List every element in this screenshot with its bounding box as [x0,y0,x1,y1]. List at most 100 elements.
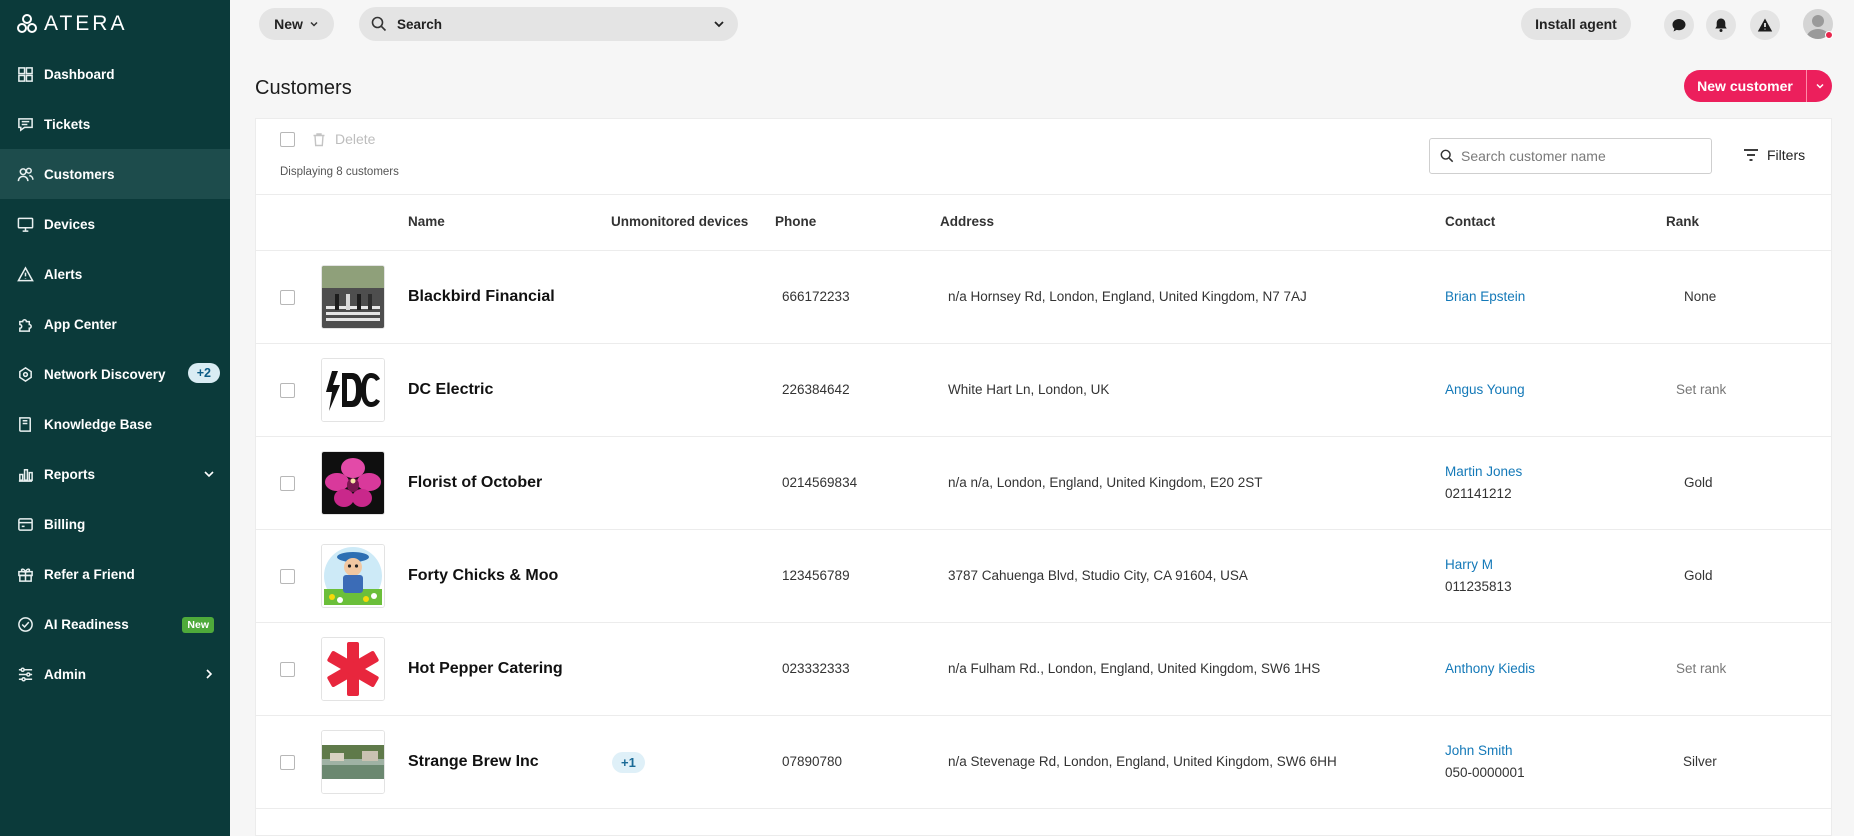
divider [256,194,1831,195]
customer-rank[interactable]: Gold [1684,475,1713,490]
sidebar-item-label: AI Readiness [44,616,129,632]
row-checkbox[interactable] [280,662,295,677]
displaying-count: Displaying 8 customers [280,166,399,178]
sidebar-item-devices[interactable]: Devices [0,199,230,249]
install-agent-button[interactable]: Install agent [1521,8,1631,40]
contact-link[interactable]: John Smith [1445,743,1513,758]
sidebar-item-ai-readiness[interactable]: AI Readiness New [0,599,230,649]
customer-rank[interactable]: None [1684,289,1716,304]
column-header-phone[interactable]: Phone [775,214,816,229]
global-search[interactable]: Search [359,7,738,41]
customer-name[interactable]: Florist of October [408,474,542,492]
sidebar: ATERA Dashboard Tickets Customers Device… [0,0,230,836]
notifications-bell-icon[interactable] [1706,10,1736,40]
sidebar-item-dashboard[interactable]: Dashboard [0,49,230,99]
customer-name[interactable]: Forty Chicks & Moo [408,567,558,585]
column-header-address[interactable]: Address [940,214,994,229]
customer-logo [321,544,385,608]
atera-logo[interactable]: ATERA [16,12,127,35]
customer-name[interactable]: Blackbird Financial [408,288,555,306]
chevron-down-icon [202,467,216,481]
customer-search[interactable] [1429,138,1712,174]
asterisk-logo-image [322,638,384,700]
customer-rank[interactable]: Gold [1684,568,1713,583]
table-row[interactable]: Hot Pepper Catering 023332333 n/a Fulham… [256,623,1831,716]
column-header-name[interactable]: Name [408,214,445,229]
contact-link[interactable]: Brian Epstein [1445,289,1525,304]
contact-link[interactable]: Harry M [1445,557,1493,572]
sidebar-item-label: Dashboard [44,66,115,82]
customer-name[interactable]: Strange Brew Inc [408,753,539,771]
unmonitored-devices-badge[interactable]: +1 [612,752,645,773]
select-all-checkbox[interactable] [280,132,295,147]
table-row[interactable]: DC Electric 226384642 White Hart Ln, Lon… [256,344,1831,437]
customer-address: n/a Fulham Rd., London, England, United … [948,661,1321,676]
customer-phone: 023332333 [782,661,850,676]
customer-logo [321,358,385,422]
contact-phone: 050-0000001 [1445,765,1525,780]
contact-link[interactable]: Martin Jones [1445,464,1522,479]
sidebar-item-app-center[interactable]: App Center [0,299,230,349]
sidebar-item-refer-a-friend[interactable]: Refer a Friend [0,549,230,599]
river-photo-image [322,731,384,793]
customer-rank[interactable]: Silver [1683,754,1717,769]
customer-name[interactable]: Hot Pepper Catering [408,660,563,678]
row-checkbox[interactable] [280,476,295,491]
row-checkbox[interactable] [280,290,295,305]
contact-phone: 011235813 [1445,579,1512,594]
dc-logo-image [322,359,384,421]
orchid-photo-image [322,452,384,514]
filters-button[interactable]: Filters [1743,147,1805,163]
sidebar-item-network-discovery[interactable]: Network Discovery +2 [0,349,230,399]
delete-button[interactable]: Delete [312,131,375,147]
row-checkbox[interactable] [280,755,295,770]
global-search-label: Search [397,16,443,32]
sidebar-item-alerts[interactable]: Alerts [0,249,230,299]
admin-icon [16,665,34,683]
table-row[interactable]: Forty Chicks & Moo 123456789 3787 Cahuen… [256,530,1831,623]
sidebar-item-label: Refer a Friend [44,566,135,582]
customer-address: n/a n/a, London, England, United Kingdom… [948,475,1263,490]
customer-address: 3787 Cahuenga Blvd, Studio City, CA 9160… [948,568,1248,583]
search-icon [371,16,387,32]
column-header-unmonitored[interactable]: Unmonitored devices [611,214,748,229]
sidebar-item-tickets[interactable]: Tickets [0,99,230,149]
sidebar-item-reports[interactable]: Reports [0,449,230,499]
chat-icon[interactable] [1664,10,1694,40]
customer-rank[interactable]: Set rank [1676,661,1726,676]
table-row[interactable]: Strange Brew Inc +1 07890780 n/a Stevena… [256,716,1831,809]
sidebar-item-customers[interactable]: Customers [0,149,230,199]
atera-logo-icon [17,14,37,33]
sidebar-nav: Dashboard Tickets Customers Devices Aler… [0,49,230,699]
sidebar-item-label: Reports [44,466,96,482]
warning-icon[interactable] [1750,10,1780,40]
status-dot [1825,31,1833,39]
row-checkbox[interactable] [280,569,295,584]
ai-readiness-icon [16,615,34,633]
sidebar-item-billing[interactable]: Billing [0,499,230,549]
sidebar-item-label: Alerts [44,266,83,282]
row-checkbox[interactable] [280,383,295,398]
page-title: Customers [255,77,352,99]
sidebar-item-knowledge-base[interactable]: Knowledge Base [0,399,230,449]
contact-link[interactable]: Anthony Kiedis [1445,661,1535,676]
filter-icon [1744,149,1758,161]
delete-label: Delete [335,131,376,147]
column-header-contact[interactable]: Contact [1445,214,1495,229]
table-row[interactable]: Blackbird Financial 666172233 n/a Hornse… [256,251,1831,344]
new-button[interactable]: New [259,8,334,40]
customer-logo [321,637,385,701]
customer-search-input[interactable] [1461,148,1701,164]
new-customer-dropdown[interactable] [1807,81,1832,91]
contact-link[interactable]: Angus Young [1445,382,1525,397]
table-row[interactable]: Florist of October 0214569834 n/a n/a, L… [256,437,1831,530]
sidebar-item-admin[interactable]: Admin [0,649,230,699]
new-customer-label[interactable]: New customer [1684,78,1806,94]
devices-icon [16,215,34,233]
customer-rank[interactable]: Set rank [1676,382,1726,397]
billing-icon [16,515,34,533]
customer-name[interactable]: DC Electric [408,381,493,399]
column-header-rank[interactable]: Rank [1666,214,1699,229]
new-customer-button[interactable]: New customer [1684,70,1832,102]
chevron-down-icon[interactable] [712,17,726,31]
